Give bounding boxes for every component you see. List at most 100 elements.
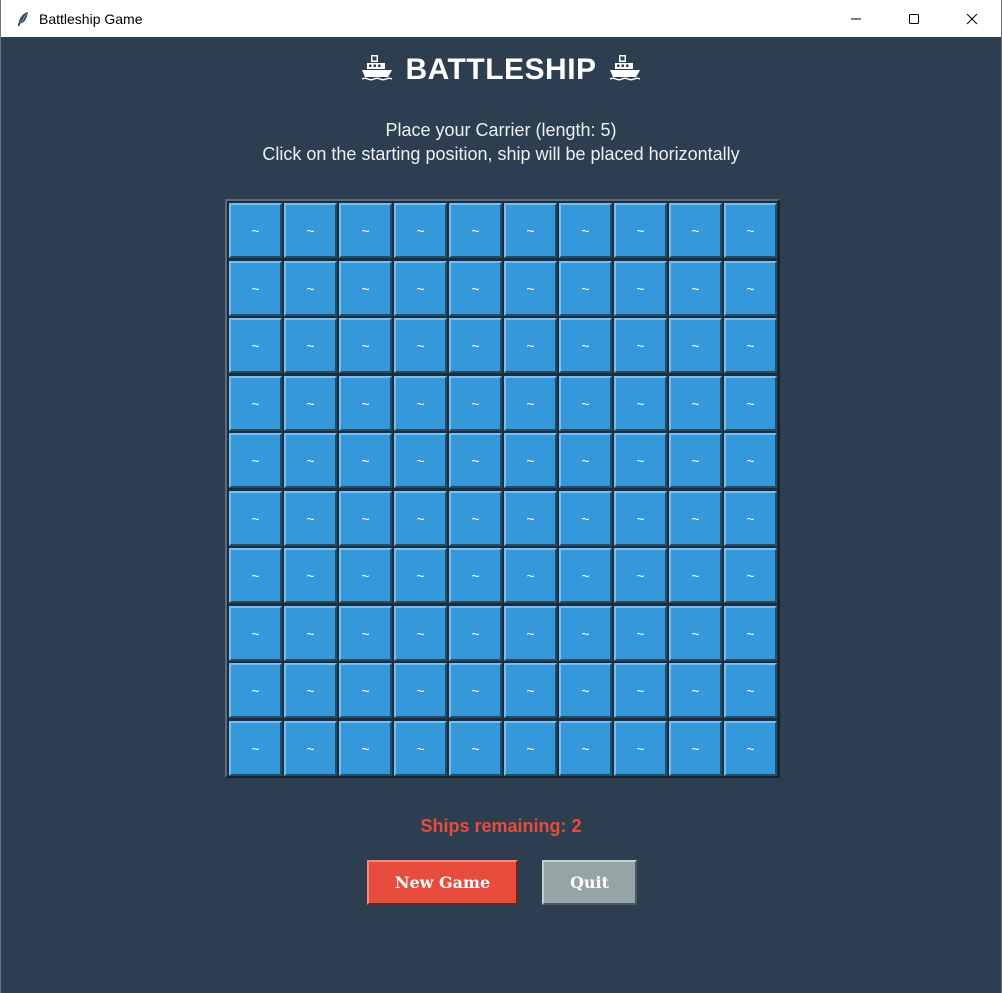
board-cell[interactable]: ~ <box>229 663 282 718</box>
board-cell[interactable]: ~ <box>449 203 502 258</box>
board-cell[interactable]: ~ <box>449 721 502 776</box>
board-cell[interactable]: ~ <box>504 261 557 316</box>
board-cell[interactable]: ~ <box>724 606 777 661</box>
board-cell[interactable]: ~ <box>724 203 777 258</box>
board-cell[interactable]: ~ <box>339 491 392 546</box>
board-cell[interactable]: ~ <box>449 663 502 718</box>
board-cell[interactable]: ~ <box>669 548 722 603</box>
board-cell[interactable]: ~ <box>284 376 337 431</box>
board-cell[interactable]: ~ <box>614 376 667 431</box>
board-cell[interactable]: ~ <box>394 663 447 718</box>
board-cell[interactable]: ~ <box>394 491 447 546</box>
board-cell[interactable]: ~ <box>339 548 392 603</box>
board-cell[interactable]: ~ <box>504 721 557 776</box>
board-cell[interactable]: ~ <box>724 261 777 316</box>
board-cell[interactable]: ~ <box>504 203 557 258</box>
board-cell[interactable]: ~ <box>669 433 722 488</box>
board-cell[interactable]: ~ <box>229 433 282 488</box>
board-cell[interactable]: ~ <box>669 721 722 776</box>
board-cell[interactable]: ~ <box>724 376 777 431</box>
board-cell[interactable]: ~ <box>559 663 612 718</box>
board-cell[interactable]: ~ <box>339 203 392 258</box>
board-cell[interactable]: ~ <box>559 203 612 258</box>
board-cell[interactable]: ~ <box>724 433 777 488</box>
board-cell[interactable]: ~ <box>559 606 612 661</box>
board-cell[interactable]: ~ <box>229 318 282 373</box>
board-cell[interactable]: ~ <box>284 721 337 776</box>
board-cell[interactable]: ~ <box>559 721 612 776</box>
board-cell[interactable]: ~ <box>559 433 612 488</box>
board-cell[interactable]: ~ <box>614 548 667 603</box>
board-cell[interactable]: ~ <box>724 663 777 718</box>
maximize-button[interactable] <box>885 0 943 37</box>
board-cell[interactable]: ~ <box>394 318 447 373</box>
close-button[interactable] <box>943 0 1001 37</box>
board-cell[interactable]: ~ <box>229 606 282 661</box>
board-cell[interactable]: ~ <box>614 318 667 373</box>
board-cell[interactable]: ~ <box>229 261 282 316</box>
board-cell[interactable]: ~ <box>559 318 612 373</box>
board-cell[interactable]: ~ <box>559 491 612 546</box>
board-cell[interactable]: ~ <box>284 433 337 488</box>
board-cell[interactable]: ~ <box>669 261 722 316</box>
board-cell[interactable]: ~ <box>559 376 612 431</box>
board-cell[interactable]: ~ <box>339 606 392 661</box>
board-cell[interactable]: ~ <box>614 433 667 488</box>
board-cell[interactable]: ~ <box>559 548 612 603</box>
board-cell[interactable]: ~ <box>504 548 557 603</box>
board-cell[interactable]: ~ <box>339 318 392 373</box>
board-cell[interactable]: ~ <box>284 606 337 661</box>
board-cell[interactable]: ~ <box>669 318 722 373</box>
board-cell[interactable]: ~ <box>394 548 447 603</box>
board-cell[interactable]: ~ <box>229 491 282 546</box>
board-cell[interactable]: ~ <box>284 663 337 718</box>
board-cell[interactable]: ~ <box>724 491 777 546</box>
board-cell[interactable]: ~ <box>449 548 502 603</box>
quit-button[interactable]: Quit <box>542 860 637 905</box>
board-cell[interactable]: ~ <box>504 318 557 373</box>
board-cell[interactable]: ~ <box>284 491 337 546</box>
board-cell[interactable]: ~ <box>339 261 392 316</box>
board-cell[interactable]: ~ <box>504 433 557 488</box>
board-cell[interactable]: ~ <box>669 376 722 431</box>
board-cell[interactable]: ~ <box>339 663 392 718</box>
board-cell[interactable]: ~ <box>394 376 447 431</box>
board-cell[interactable]: ~ <box>449 318 502 373</box>
new-game-button[interactable]: New Game <box>367 860 518 905</box>
board-cell[interactable]: ~ <box>449 433 502 488</box>
board-cell[interactable]: ~ <box>724 318 777 373</box>
board-cell[interactable]: ~ <box>449 491 502 546</box>
board-cell[interactable]: ~ <box>339 376 392 431</box>
board-cell[interactable]: ~ <box>669 663 722 718</box>
board-cell[interactable]: ~ <box>504 491 557 546</box>
board-cell[interactable]: ~ <box>284 548 337 603</box>
board-cell[interactable]: ~ <box>229 203 282 258</box>
board-cell[interactable]: ~ <box>394 261 447 316</box>
board-cell[interactable]: ~ <box>669 491 722 546</box>
board-cell[interactable]: ~ <box>614 203 667 258</box>
minimize-button[interactable] <box>827 0 885 37</box>
board-cell[interactable]: ~ <box>669 606 722 661</box>
board-cell[interactable]: ~ <box>339 433 392 488</box>
board-cell[interactable]: ~ <box>394 721 447 776</box>
board-cell[interactable]: ~ <box>504 376 557 431</box>
board-cell[interactable]: ~ <box>449 261 502 316</box>
board-cell[interactable]: ~ <box>284 318 337 373</box>
board-cell[interactable]: ~ <box>449 606 502 661</box>
board-cell[interactable]: ~ <box>394 606 447 661</box>
board-cell[interactable]: ~ <box>229 376 282 431</box>
board-cell[interactable]: ~ <box>284 203 337 258</box>
board-cell[interactable]: ~ <box>284 261 337 316</box>
board-cell[interactable]: ~ <box>614 261 667 316</box>
board-cell[interactable]: ~ <box>394 203 447 258</box>
board-cell[interactable]: ~ <box>504 663 557 718</box>
board-cell[interactable]: ~ <box>449 376 502 431</box>
board-cell[interactable]: ~ <box>394 433 447 488</box>
board-cell[interactable]: ~ <box>669 203 722 258</box>
board-cell[interactable]: ~ <box>614 491 667 546</box>
board-cell[interactable]: ~ <box>724 721 777 776</box>
board-cell[interactable]: ~ <box>229 721 282 776</box>
board-cell[interactable]: ~ <box>559 261 612 316</box>
board-cell[interactable]: ~ <box>229 548 282 603</box>
board-cell[interactable]: ~ <box>504 606 557 661</box>
